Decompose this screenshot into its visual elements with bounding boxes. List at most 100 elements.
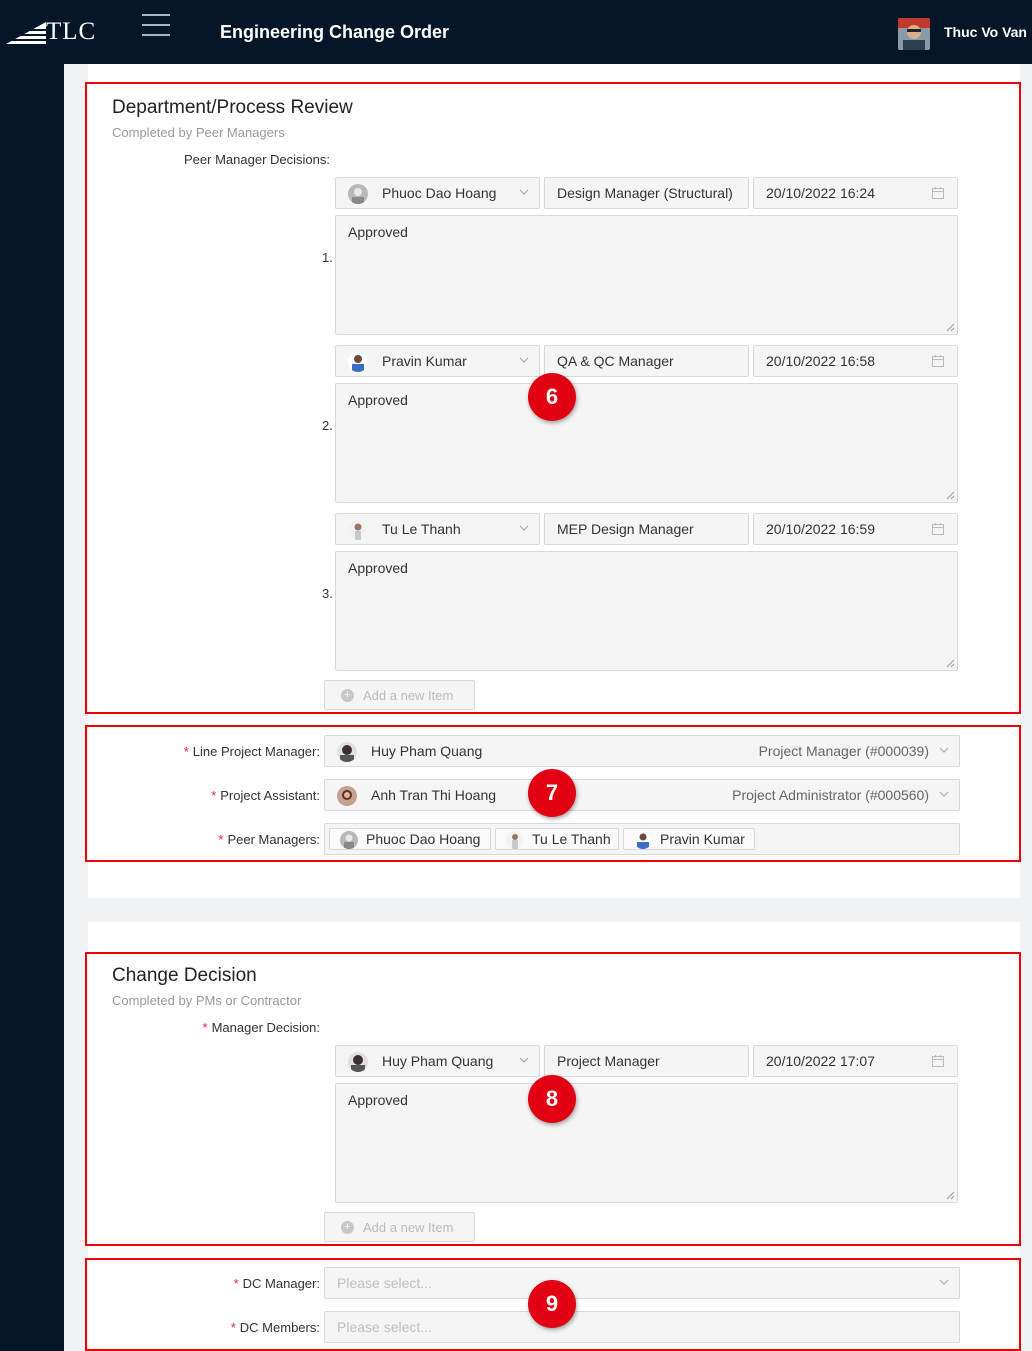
chevron-down-icon bbox=[939, 1279, 949, 1285]
decision-comment-textarea[interactable]: Approved bbox=[335, 215, 958, 335]
peer-managers-multiselect[interactable]: Phuoc Dao Hoang Tu Le Thanh Pravin Kumar bbox=[324, 823, 960, 855]
annotation-badge-8: 8 bbox=[528, 1075, 576, 1123]
row-number: 1. bbox=[322, 250, 333, 265]
line-pm-name: Huy Pham Quang bbox=[371, 743, 483, 759]
project-assistant-name: Anh Tran Thi Hoang bbox=[371, 787, 497, 803]
comment-text: Approved bbox=[348, 224, 408, 240]
avatar bbox=[348, 184, 368, 204]
section-subtitle: Completed by Peer Managers bbox=[112, 125, 285, 140]
project-assistant-role: Project Administrator (#000560) bbox=[732, 787, 929, 803]
peer-tag[interactable]: Pravin Kumar bbox=[623, 828, 755, 850]
logo-text: TLC bbox=[46, 18, 97, 45]
comment-text: Approved bbox=[348, 560, 408, 576]
decision-role-field[interactable]: QA & QC Manager bbox=[544, 345, 749, 377]
row-number: 2. bbox=[322, 418, 333, 433]
chevron-down-icon bbox=[519, 525, 529, 531]
plus-circle-icon: + bbox=[341, 689, 354, 702]
line-pm-label: * Line Project Manager: bbox=[183, 744, 320, 759]
annotation-badge-6: 6 bbox=[528, 373, 576, 421]
dc-members-label: * DC Members: bbox=[230, 1320, 320, 1335]
calendar-icon bbox=[932, 1055, 944, 1067]
dc-members-select[interactable]: Please select... bbox=[324, 1311, 960, 1343]
avatar bbox=[348, 352, 368, 372]
menu-toggle-icon[interactable] bbox=[142, 14, 170, 40]
decision-person-select[interactable]: Tu Le Thanh bbox=[335, 513, 540, 545]
chevron-down-icon bbox=[519, 1057, 529, 1063]
avatar bbox=[348, 520, 368, 540]
person-name: Tu Le Thanh bbox=[382, 521, 461, 537]
decision-comment-textarea[interactable]: Approved bbox=[335, 551, 958, 671]
role-text: Project Manager bbox=[557, 1053, 660, 1069]
date-text: 20/10/2022 16:24 bbox=[766, 185, 875, 201]
decision-comment-textarea[interactable]: Approved bbox=[335, 383, 958, 503]
avatar bbox=[337, 786, 357, 806]
decision-person-select[interactable]: Phuoc Dao Hoang bbox=[335, 177, 540, 209]
annotation-badge-9: 9 bbox=[528, 1280, 576, 1328]
role-text: MEP Design Manager bbox=[557, 521, 694, 537]
peer-managers-label: * Peer Managers: bbox=[218, 832, 320, 847]
resize-handle-icon[interactable] bbox=[946, 1191, 955, 1200]
section-subtitle: Completed by PMs or Contractor bbox=[112, 993, 302, 1008]
chevron-down-icon bbox=[519, 189, 529, 195]
date-text: 20/10/2022 17:07 bbox=[766, 1053, 875, 1069]
user-avatar[interactable] bbox=[898, 18, 930, 50]
role-text: QA & QC Manager bbox=[557, 353, 674, 369]
avatar bbox=[337, 742, 357, 762]
decision-date-picker[interactable]: 20/10/2022 17:07 bbox=[753, 1045, 958, 1077]
decision-date-picker[interactable]: 20/10/2022 16:59 bbox=[753, 513, 958, 545]
row-number: 3. bbox=[322, 586, 333, 601]
avatar bbox=[340, 831, 358, 849]
dc-manager-label: * DC Manager: bbox=[233, 1276, 320, 1291]
add-new-item-button[interactable]: + Add a new Item bbox=[324, 680, 475, 710]
annotation-badge-7: 7 bbox=[528, 769, 576, 817]
decision-date-picker[interactable]: 20/10/2022 16:58 bbox=[753, 345, 958, 377]
resize-handle-icon[interactable] bbox=[946, 659, 955, 668]
top-bar: TLC Engineering Change Order Thuc Vo Van bbox=[0, 0, 1032, 64]
dc-manager-select[interactable]: Please select... bbox=[324, 1267, 960, 1299]
person-name: Huy Pham Quang bbox=[382, 1053, 494, 1069]
section-title: Department/Process Review bbox=[112, 97, 353, 118]
add-item-label: Add a new Item bbox=[363, 688, 454, 703]
avatar bbox=[348, 1052, 368, 1072]
decision-role-field[interactable]: MEP Design Manager bbox=[544, 513, 749, 545]
line-pm-role: Project Manager (#000039) bbox=[758, 743, 929, 759]
peer-tag[interactable]: Tu Le Thanh bbox=[495, 828, 619, 850]
dc-members-placeholder: Please select... bbox=[337, 1319, 432, 1335]
calendar-icon bbox=[932, 355, 944, 367]
line-pm-select[interactable]: Huy Pham Quang Project Manager (#000039) bbox=[324, 735, 960, 767]
sidebar bbox=[0, 64, 64, 1351]
date-text: 20/10/2022 16:58 bbox=[766, 353, 875, 369]
person-name: Pravin Kumar bbox=[382, 353, 467, 369]
peer-tag-label: Pravin Kumar bbox=[660, 831, 745, 847]
peer-manager-decisions-label: Peer Manager Decisions: bbox=[184, 152, 330, 167]
calendar-icon bbox=[932, 523, 944, 535]
peer-tag-label: Tu Le Thanh bbox=[532, 831, 611, 847]
avatar bbox=[506, 831, 524, 849]
comment-text: Approved bbox=[348, 392, 408, 408]
decision-person-select[interactable]: Pravin Kumar bbox=[335, 345, 540, 377]
chevron-down-icon bbox=[939, 791, 949, 797]
decision-comment-textarea[interactable]: Approved bbox=[335, 1083, 958, 1203]
page-title: Engineering Change Order bbox=[220, 22, 450, 42]
avatar bbox=[634, 831, 652, 849]
person-name: Phuoc Dao Hoang bbox=[382, 185, 497, 201]
decision-role-field[interactable]: Project Manager bbox=[544, 1045, 749, 1077]
decision-date-picker[interactable]: 20/10/2022 16:24 bbox=[753, 177, 958, 209]
date-text: 20/10/2022 16:59 bbox=[766, 521, 875, 537]
role-text: Design Manager (Structural) bbox=[557, 185, 733, 201]
section-title: Change Decision bbox=[112, 965, 257, 986]
decision-role-field[interactable]: Design Manager (Structural) bbox=[544, 177, 749, 209]
resize-handle-icon[interactable] bbox=[946, 323, 955, 332]
calendar-icon bbox=[932, 187, 944, 199]
chevron-down-icon bbox=[519, 357, 529, 363]
add-new-item-button[interactable]: + Add a new Item bbox=[324, 1212, 475, 1242]
project-assistant-label: * Project Assistant: bbox=[211, 788, 320, 803]
peer-tag-label: Phuoc Dao Hoang bbox=[366, 831, 481, 847]
user-name[interactable]: Thuc Vo Van bbox=[944, 24, 1027, 40]
resize-handle-icon[interactable] bbox=[946, 491, 955, 500]
peer-tag[interactable]: Phuoc Dao Hoang bbox=[329, 828, 491, 850]
chevron-down-icon bbox=[939, 747, 949, 753]
decision-person-select[interactable]: Huy Pham Quang bbox=[335, 1045, 540, 1077]
project-assistant-select[interactable]: Anh Tran Thi Hoang Project Administrator… bbox=[324, 779, 960, 811]
plus-circle-icon: + bbox=[341, 1221, 354, 1234]
